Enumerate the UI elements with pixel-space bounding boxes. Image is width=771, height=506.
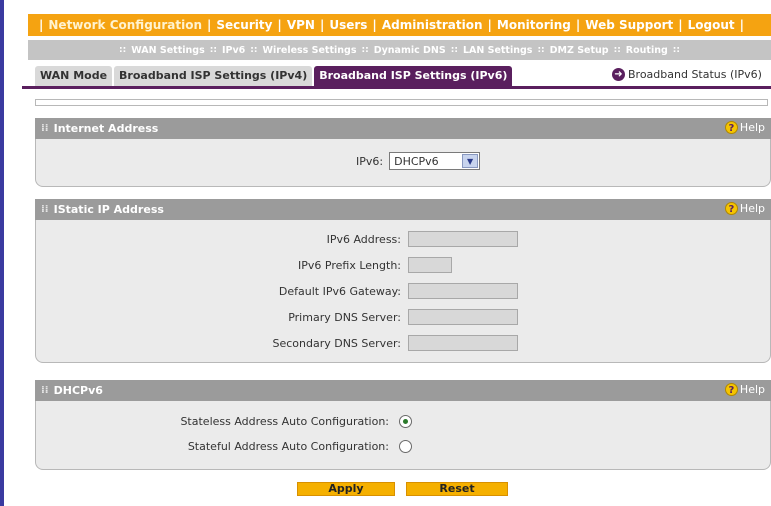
subnav-ipv6[interactable]: IPv6: [222, 45, 245, 56]
ipv6-address-field[interactable]: [408, 231, 518, 247]
nav-vpn[interactable]: VPN: [287, 18, 315, 32]
ipv6-mode-select[interactable]: DHCPv6 ▼: [389, 152, 481, 170]
help-link[interactable]: ? Help: [724, 121, 765, 134]
stateless-autoconfig-label: Stateless Address Auto Configuration:: [180, 415, 389, 428]
subnav-dmz-setup[interactable]: DMZ Setup: [550, 45, 609, 56]
tab-broadband-ipv4[interactable]: Broadband ISP Settings (IPv4): [114, 66, 313, 86]
internet-address-panel: ⁞⁞ Internet Address ? Help IPv6: DHCPv6 …: [35, 118, 771, 187]
ipv6-prefix-length-label: IPv6 Prefix Length:: [298, 258, 401, 272]
subnav-wan-settings[interactable]: WAN Settings: [131, 45, 205, 56]
help-label: Help: [739, 202, 765, 215]
stateful-autoconfig-label: Stateful Address Auto Configuration:: [187, 440, 389, 453]
secondary-dns-label: Secondary DNS Server:: [272, 336, 401, 350]
chevron-down-icon: ▼: [462, 154, 479, 168]
help-link[interactable]: ? Help: [724, 383, 765, 396]
panel-header: ⁞⁞ IStatic IP Address ? Help: [35, 199, 771, 220]
subnav-dynamic-dns[interactable]: Dynamic DNS: [374, 45, 446, 56]
grip-icon: ⁞⁞: [41, 123, 49, 134]
nav-security[interactable]: Security: [216, 18, 272, 32]
subnav-wireless-settings[interactable]: Wireless Settings: [262, 45, 356, 56]
help-icon: ?: [724, 121, 738, 134]
help-icon: ?: [724, 202, 738, 215]
arrow-right-icon: ➜: [612, 68, 625, 81]
tab-broadband-ipv6[interactable]: Broadband ISP Settings (IPv6): [314, 66, 513, 86]
help-icon: ?: [724, 383, 738, 396]
left-border: [0, 0, 4, 506]
ipv6-address-label: IPv6 Address:: [326, 232, 401, 246]
primary-dns-field[interactable]: [408, 309, 518, 325]
ipv6-label: IPv6:: [356, 154, 384, 168]
stateless-autoconfig-radio[interactable]: [399, 415, 412, 428]
panel-header: ⁞⁞ Internet Address ? Help: [35, 118, 771, 139]
static-ip-panel: ⁞⁞ IStatic IP Address ? Help IPv6 Addres…: [35, 199, 771, 363]
nav-web-support[interactable]: Web Support: [585, 18, 673, 32]
stateful-autoconfig-radio[interactable]: [399, 440, 412, 453]
radio-selected-dot: [403, 419, 408, 424]
panel-title: IStatic IP Address: [53, 203, 164, 216]
apply-button[interactable]: Apply: [297, 482, 395, 496]
nav-logout[interactable]: Logout: [688, 18, 735, 32]
subnav-lan-settings[interactable]: LAN Settings: [463, 45, 533, 56]
panel-title: Internet Address: [53, 122, 159, 135]
help-label: Help: [739, 383, 765, 396]
ipv6-prefix-length-field[interactable]: [408, 257, 452, 273]
panel-header: ⁞⁞ DHCPv6 ? Help: [35, 380, 771, 401]
help-label: Help: [739, 121, 765, 134]
broadband-status-label: Broadband Status (IPv6): [628, 68, 762, 81]
dhcpv6-panel: ⁞⁞ DHCPv6 ? Help Stateless Address Auto …: [35, 380, 771, 470]
nav-users[interactable]: Users: [329, 18, 367, 32]
main-nav: | Network Configuration | Security | VPN…: [28, 14, 771, 36]
panel-body: IPv6 Address: IPv6 Prefix Length: Defaul…: [35, 220, 771, 363]
subnav-routing[interactable]: Routing: [626, 45, 668, 56]
tab-underline: [22, 86, 771, 89]
default-gateway-field[interactable]: [408, 283, 518, 299]
help-link[interactable]: ? Help: [724, 202, 765, 215]
reset-button[interactable]: Reset: [406, 482, 508, 496]
ipv6-mode-value: DHCPv6: [394, 154, 439, 168]
tab-wan-mode[interactable]: WAN Mode: [35, 66, 113, 86]
grip-icon: ⁞⁞: [41, 204, 49, 215]
nav-monitoring[interactable]: Monitoring: [497, 18, 571, 32]
message-box: [35, 99, 768, 106]
nav-network-configuration[interactable]: Network Configuration: [48, 18, 202, 32]
panel-body: Stateless Address Auto Configuration: St…: [35, 401, 771, 470]
broadband-status-link[interactable]: ➜ Broadband Status (IPv6): [612, 68, 762, 81]
grip-icon: ⁞⁞: [41, 385, 49, 396]
panel-title: DHCPv6: [53, 384, 103, 397]
panel-body: IPv6: DHCPv6 ▼: [35, 139, 771, 187]
nav-administration[interactable]: Administration: [382, 18, 483, 32]
primary-dns-label: Primary DNS Server:: [288, 310, 401, 324]
secondary-dns-field[interactable]: [408, 335, 518, 351]
tab-bar: WAN Mode Broadband ISP Settings (IPv4) B…: [35, 66, 514, 86]
sub-nav: :: WAN Settings :: IPv6 :: Wireless Sett…: [28, 40, 771, 60]
default-gateway-label: Default IPv6 Gateway:: [278, 284, 401, 298]
